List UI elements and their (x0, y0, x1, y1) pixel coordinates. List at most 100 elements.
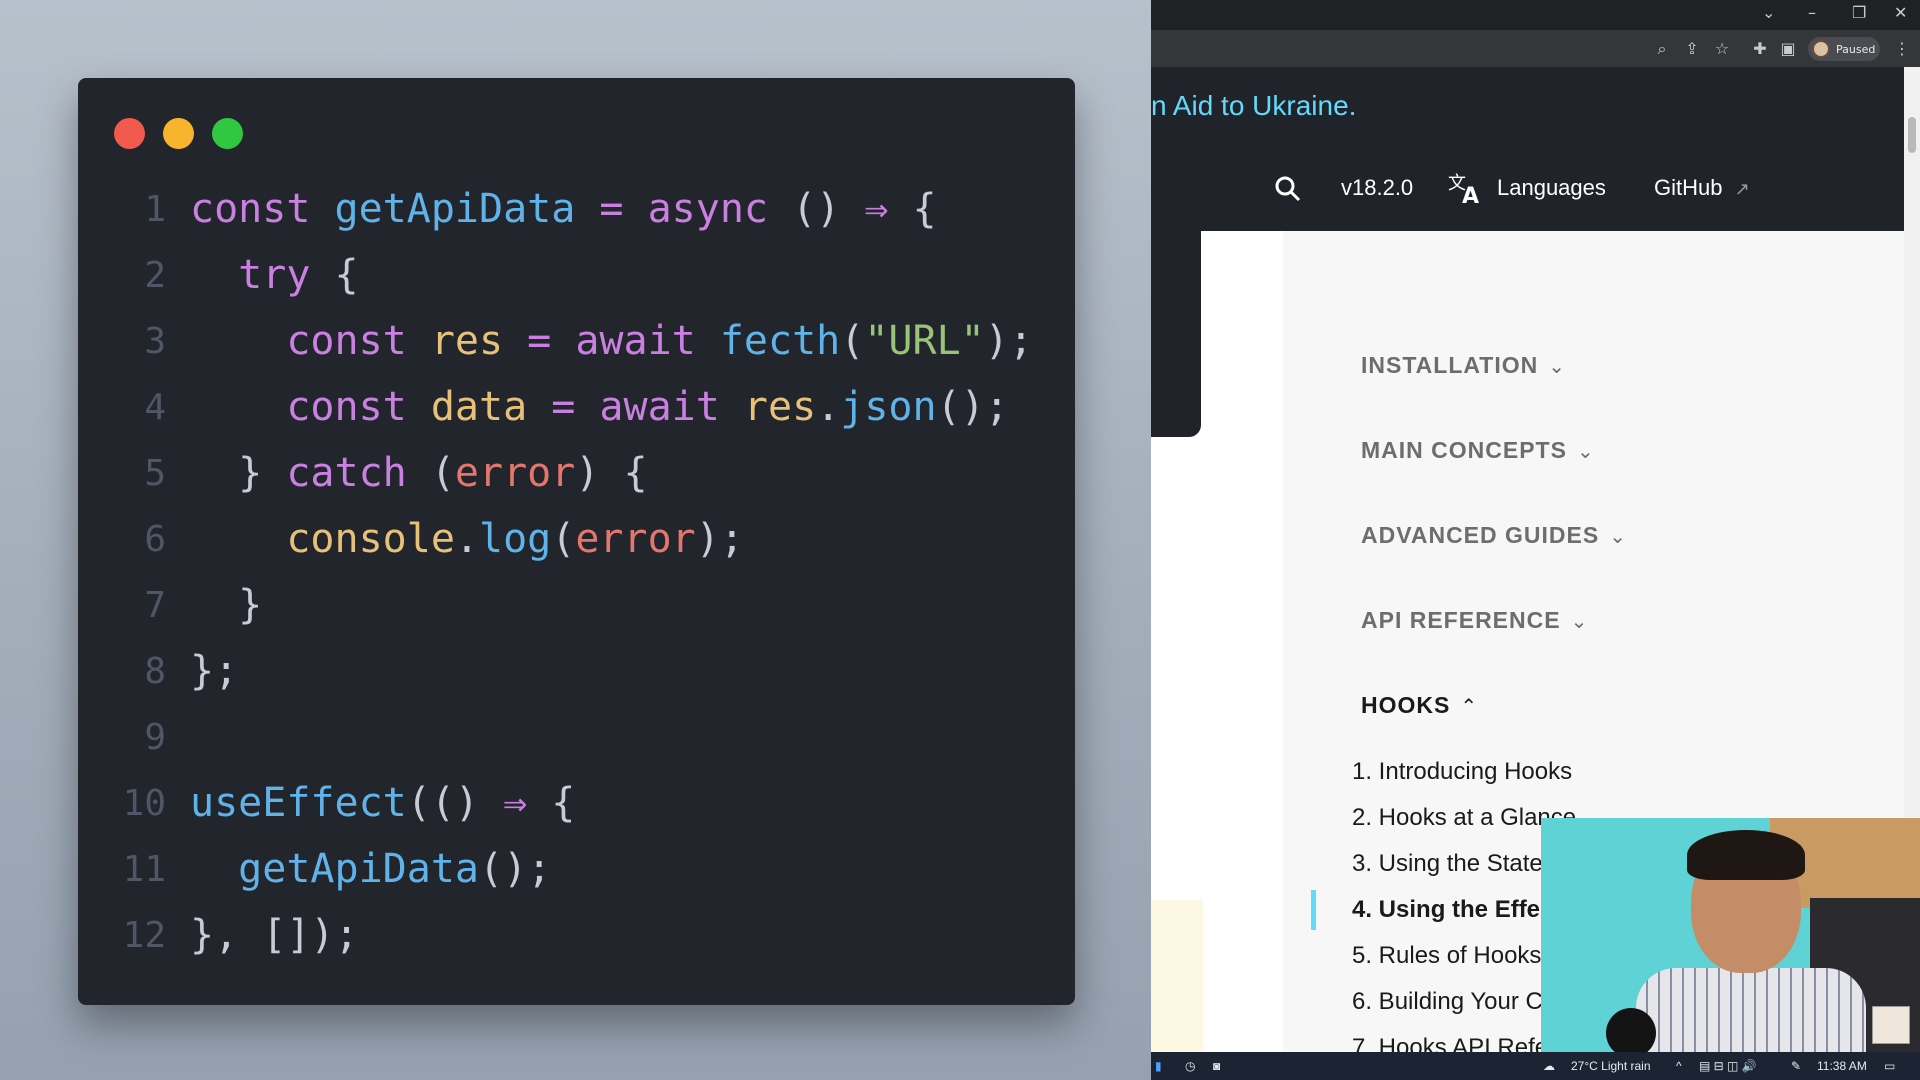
code-token: getApiData (190, 846, 479, 892)
line-number: 9 (144, 716, 166, 758)
channel-logo (1872, 1006, 1910, 1044)
github-link[interactable]: GitHub ↗ (1654, 175, 1750, 201)
code-token: (() (406, 780, 504, 826)
minimize-icon[interactable]: – (1808, 3, 1816, 22)
code-token: ⇒ (864, 186, 889, 232)
code-token: error (575, 516, 696, 562)
code-line: 1 const getApiData = async () ⇒ { (78, 176, 1075, 242)
code-line: 8}; (78, 638, 1075, 704)
code-token: ⇒ (503, 780, 528, 826)
weather-icon[interactable]: ☁ (1543, 1059, 1555, 1073)
code-token: = (575, 186, 648, 232)
extensions-icon[interactable]: ✚ (1751, 39, 1769, 58)
sidebar-item-rules-of-hooks[interactable]: 5. Rules of Hooks (1352, 942, 1541, 970)
code-token: }, []); (190, 912, 359, 958)
sidebar-item-introducing-hooks[interactable]: 1. Introducing Hooks (1352, 758, 1572, 786)
chevron-down-icon: ⌄ (1609, 526, 1627, 548)
start-icon[interactable]: ▮ (1155, 1059, 1162, 1073)
version-link[interactable]: v18.2.0 (1341, 175, 1413, 201)
code-token: { (888, 186, 937, 232)
sidebar-section-main-concepts[interactable]: MAIN CONCEPTS ⌄ (1361, 437, 1595, 464)
notifications-icon[interactable]: ▭ (1884, 1059, 1895, 1073)
sidebar-section-advanced-guides[interactable]: ADVANCED GUIDES ⌄ (1361, 522, 1627, 549)
restore-icon[interactable]: ❐ (1852, 3, 1866, 22)
share-icon[interactable]: ⇪ (1683, 39, 1701, 58)
microphone-icon (1606, 1008, 1656, 1052)
weather-text[interactable]: 27°C Light rain (1571, 1059, 1651, 1073)
browser-toolbar: ⌕ ⇪ ☆ ✚ ▣ Paused ⋮ (1151, 30, 1920, 67)
section-label: ADVANCED GUIDES (1361, 522, 1600, 548)
sidebar-item-using-the-effect[interactable]: 4. Using the Effe (1352, 896, 1540, 924)
sidebar-item-building-your-own[interactable]: 6. Building Your C (1352, 988, 1543, 1016)
ukraine-banner-link[interactable]: n Aid to Ukraine. (1151, 90, 1356, 122)
zoom-icon[interactable]: ⌕ (1653, 39, 1671, 59)
code-line: 9 (78, 704, 1075, 770)
profile-button[interactable]: Paused (1808, 37, 1880, 61)
code-token: () (768, 186, 865, 232)
side-panel-icon[interactable]: ▣ (1779, 39, 1797, 58)
close-dot-icon (114, 118, 145, 149)
tray-chevron-up-icon[interactable]: ^ (1676, 1059, 1682, 1073)
code-token: getApiData (334, 186, 576, 232)
code-token: await (599, 384, 744, 430)
content-header-panel (1151, 231, 1201, 437)
code-line: 11 getApiData (); (78, 836, 1075, 902)
code-token: ( (840, 318, 865, 364)
svg-text:A: A (1462, 184, 1479, 205)
window-controls (114, 118, 243, 149)
code-token: const (190, 186, 335, 232)
browser-menu-icon[interactable]: ⋮ (1893, 39, 1911, 58)
content-note-panel (1151, 900, 1203, 1052)
browser-titlebar: ⌄ – ❐ ✕ (1151, 0, 1920, 30)
code-token: res (430, 318, 504, 364)
code-token: const (190, 384, 431, 430)
code-line: 10 useEffect(() ⇒ { (78, 770, 1075, 836)
code-token: ); (695, 516, 744, 562)
line-number: 2 (144, 254, 166, 296)
chevron-up-icon: ⌃ (1460, 696, 1479, 718)
code-token: = (503, 318, 576, 364)
code-token: json (840, 384, 937, 430)
code-line: 7 } (78, 572, 1075, 638)
code-token: ( (406, 450, 455, 496)
app-icon-clock[interactable]: ◷ (1185, 1059, 1195, 1073)
tab-search-icon[interactable]: ⌄ (1762, 3, 1775, 22)
scrollbar-thumb[interactable] (1908, 117, 1916, 153)
languages-link[interactable]: Languages (1497, 175, 1606, 201)
sidebar-section-installation[interactable]: INSTALLATION ⌄ (1361, 352, 1566, 379)
maximize-dot-icon (212, 118, 243, 149)
code-line: 3 const res = await fecth("URL"); (78, 308, 1075, 374)
sidebar-section-hooks[interactable]: HOOKS ⌃ (1361, 692, 1478, 719)
line-number: 11 (122, 848, 166, 890)
clock-time[interactable]: 11:38 AM (1817, 1059, 1867, 1073)
search-icon[interactable] (1274, 175, 1302, 209)
line-number: 3 (144, 320, 166, 362)
code-token: { (527, 780, 576, 826)
tray-icons[interactable]: ▤ ⊟ ◫ 🔊 (1699, 1059, 1757, 1073)
code-line: 5 } catch (error) { (78, 440, 1075, 506)
chevron-down-icon: ⌄ (1570, 611, 1589, 633)
profile-status-label: Paused (1836, 42, 1876, 56)
code-token: ( (551, 516, 576, 562)
code-token: log (479, 516, 552, 562)
bookmark-star-icon[interactable]: ☆ (1713, 39, 1731, 58)
sidebar-item-using-the-state[interactable]: 3. Using the State (1352, 850, 1543, 878)
line-number: 10 (122, 782, 166, 824)
external-link-icon: ↗ (1734, 179, 1750, 199)
avatar (1812, 40, 1830, 58)
github-label: GitHub (1654, 175, 1723, 200)
sidebar-section-api-reference[interactable]: API REFERENCE ⌄ (1361, 607, 1588, 634)
section-label: API REFERENCE (1361, 607, 1561, 633)
code-token: data (430, 384, 528, 430)
pen-icon[interactable]: ✎ (1791, 1059, 1801, 1073)
code-token: error (454, 450, 576, 496)
code-token: ) { (575, 450, 648, 496)
chevron-down-icon: ⌄ (1576, 441, 1595, 463)
code-token: . (816, 384, 841, 430)
webcam-presenter-shirt (1636, 968, 1866, 1052)
code-lines: 1 const getApiData = async () ⇒ {2 try {3… (78, 176, 1075, 968)
close-icon[interactable]: ✕ (1894, 3, 1907, 22)
code-token: { (310, 252, 359, 298)
code-window: 1 const getApiData = async () ⇒ {2 try {3… (78, 78, 1075, 1005)
app-icon-camera[interactable]: ◙ (1213, 1059, 1220, 1073)
